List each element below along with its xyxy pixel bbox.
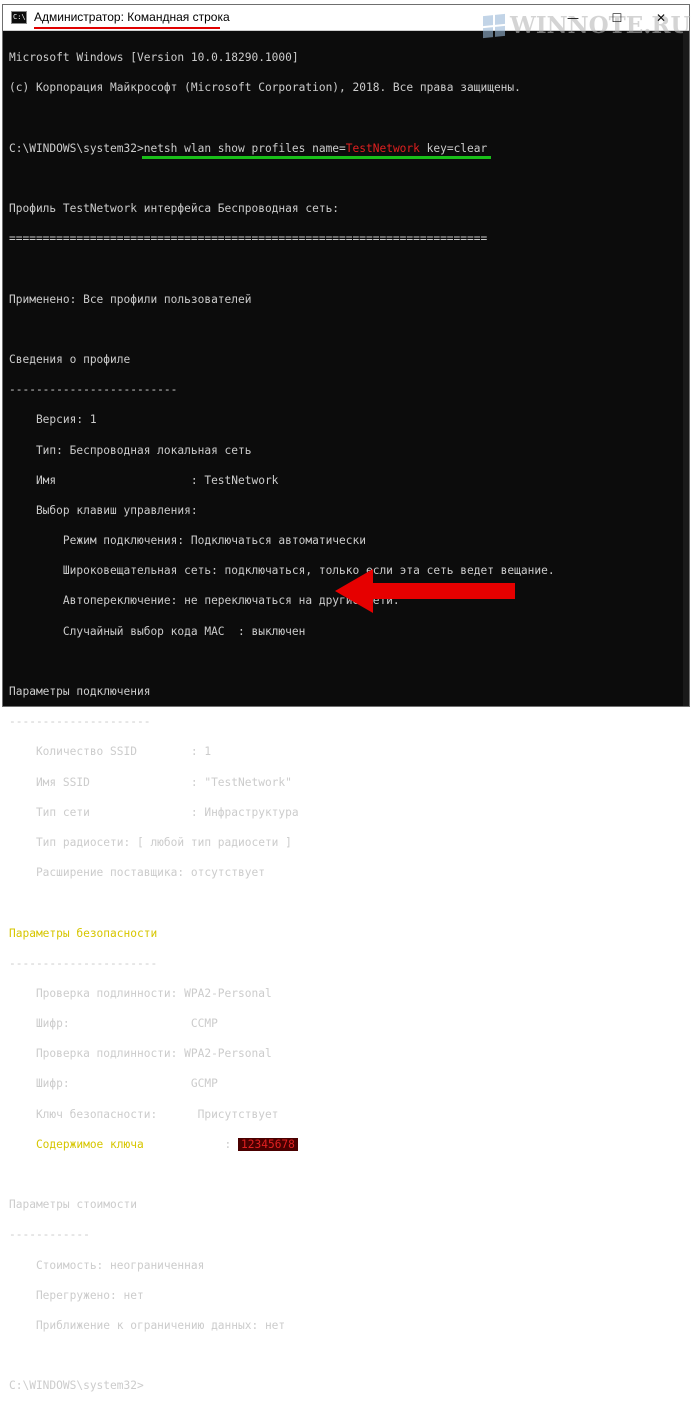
console-line: --------------------- — [9, 715, 151, 729]
console-line: Режим подключения: Подключаться автомати… — [9, 534, 366, 548]
console-line: Параметры подключения — [9, 685, 151, 699]
console-line: Выбор клавиш управления: — [9, 503, 198, 517]
console-line: Приближение к ограничению данных: нет — [9, 1318, 286, 1332]
console-line: Профиль TestNetwork интерфейса Беспровод… — [9, 202, 340, 216]
console-line: Перегружено: нет — [9, 1288, 144, 1302]
scrollbar[interactable] — [683, 31, 689, 706]
window-title: Администратор: Командная строка — [34, 10, 230, 24]
key-content-label: Содержимое ключа — [9, 1137, 144, 1151]
key-content-value: 12345678 — [238, 1137, 298, 1151]
console-line: Тип сети : Инфраструктура — [9, 805, 299, 819]
minimize-button[interactable]: — — [551, 5, 595, 31]
console-line: ------------------------- — [9, 383, 178, 397]
console-line: Расширение поставщика: отсутствует — [9, 866, 265, 880]
key-content-line: Содержимое ключа : 12345678 — [9, 1137, 555, 1152]
security-section-title: Параметры безопасности — [9, 926, 158, 940]
console-line: Параметры стоимости — [9, 1198, 137, 1212]
console-line: Шифр: GCMP — [9, 1077, 218, 1091]
cmd-window: C:\ Администратор: Командная строка WINN… — [2, 4, 691, 1392]
console-line: Применено: Все профили пользователей — [9, 292, 252, 306]
console-line: Шифр: CCMP — [9, 1017, 218, 1031]
console-line: Имя SSID : "TestNetwork" — [9, 775, 292, 789]
cmd-app-icon[interactable]: C:\ — [11, 11, 27, 24]
windows-logo-icon — [483, 13, 505, 38]
cmd-network-name: TestNetwork — [345, 141, 420, 155]
final-prompt: C:\WINDOWS\system32> — [9, 1379, 144, 1393]
key-content-colon: : — [143, 1137, 239, 1151]
console-line: Количество SSID : 1 — [9, 745, 212, 759]
command-underline — [141, 155, 492, 159]
console-line: Случайный выбор кода MAC : выключен — [9, 624, 306, 638]
console-line: Ключ безопасности: Присутствует — [9, 1107, 279, 1121]
title-underline — [34, 27, 220, 29]
console-line: Стоимость: неограниченная — [9, 1258, 205, 1272]
console-line: Тип радиосети: [ любой тип радиосети ] — [9, 835, 292, 849]
maximize-button[interactable]: ☐ — [595, 5, 639, 31]
console-line: Проверка подлинности: WPA2-Personal — [9, 1047, 272, 1061]
console-line: Сведения о профиле — [9, 352, 131, 366]
close-button[interactable]: ✕ — [639, 5, 683, 31]
prompt-text: C:\WINDOWS\system32> — [9, 141, 144, 155]
console-line: ---------------------- — [9, 956, 158, 970]
console-line: ------------ — [9, 1228, 90, 1242]
console-line: Версия: 1 — [9, 413, 97, 427]
title-bar[interactable]: C:\ Администратор: Командная строка WINN… — [3, 5, 691, 39]
cmd-part2: key=clear — [419, 141, 488, 155]
console-line: Проверка подлинности: WPA2-Personal — [9, 986, 272, 1000]
cmd-part1: netsh wlan show profiles name= — [143, 141, 346, 155]
console-line: Тип: Беспроводная локальная сеть — [9, 443, 252, 457]
command-line: C:\WINDOWS\system32>netsh wlan show prof… — [9, 141, 555, 159]
console-output[interactable]: Microsoft Windows [Version 10.0.18290.10… — [9, 35, 555, 1418]
console-line: ========================================… — [9, 232, 488, 246]
console-line: (c) Корпорация Майкрософт (Microsoft Cor… — [9, 81, 521, 95]
red-arrow-icon — [335, 569, 515, 613]
typed-command: netsh wlan show profiles name=TestNetwor… — [141, 141, 492, 159]
console-line: Имя : TestNetwork — [9, 473, 279, 487]
console-line: Microsoft Windows [Version 10.0.18290.10… — [9, 51, 299, 65]
